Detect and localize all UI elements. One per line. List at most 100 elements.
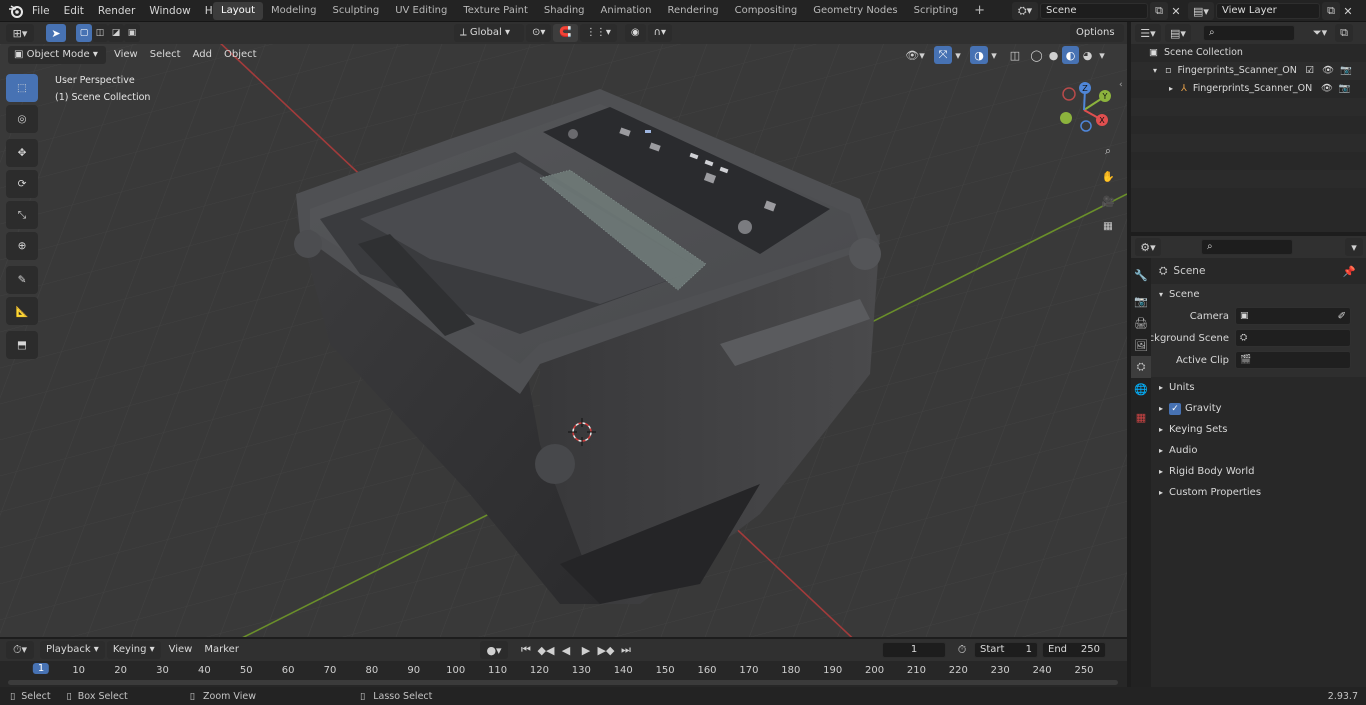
playback-menu[interactable]: Playback ▾: [40, 641, 105, 659]
current-frame-field[interactable]: 1: [882, 642, 946, 658]
annotate-tool-icon[interactable]: ✎: [6, 266, 38, 294]
jump-end-icon[interactable]: ⏭: [616, 641, 636, 659]
expand-arrow-icon[interactable]: ▸: [1169, 80, 1181, 98]
timeline-editor-type-icon[interactable]: ⏱▾: [6, 641, 34, 659]
options-dropdown[interactable]: Options ▾: [1070, 24, 1126, 56]
snap-target-icon[interactable]: ⋮⋮▾: [579, 24, 617, 42]
menu-render[interactable]: Render: [91, 0, 142, 22]
rigid-body-world-panel-header[interactable]: ▸ Rigid Body World: [1131, 461, 1366, 482]
properties-editor-type-icon[interactable]: ⚙▾: [1135, 238, 1161, 256]
editor-type-icon[interactable]: ⊞▾: [6, 24, 34, 42]
texture-tab-icon[interactable]: ▦: [1131, 406, 1151, 428]
view-layer-tab-icon[interactable]: 🖼: [1131, 334, 1151, 356]
view-layer-browse-icon[interactable]: ▤▾: [1188, 2, 1214, 20]
tab-uv-editing[interactable]: UV Editing: [387, 2, 455, 20]
audio-panel-header[interactable]: ▸ Audio: [1131, 440, 1366, 461]
jump-keyframe-forward-icon[interactable]: ▶◆: [596, 641, 616, 659]
select-box-tool-icon[interactable]: ⬚: [6, 74, 38, 102]
shading-dropdown-icon[interactable]: ▾: [1096, 46, 1108, 64]
outliner-editor-type-icon[interactable]: ☰▾: [1135, 24, 1161, 42]
output-tab-icon[interactable]: 🖨: [1131, 312, 1151, 334]
tab-texture-paint[interactable]: Texture Paint: [455, 2, 536, 20]
timeline-scrollbar[interactable]: [8, 680, 1118, 685]
render-camera-icon[interactable]: 📷: [1339, 80, 1351, 98]
gravity-panel-header[interactable]: ▸ ✓ Gravity: [1131, 398, 1366, 419]
select-tool-icon[interactable]: ➤: [46, 24, 66, 42]
zoom-icon[interactable]: ⌕: [1097, 140, 1119, 162]
filter-icon[interactable]: ⏷▾: [1307, 24, 1333, 42]
visibility-eye-icon[interactable]: 👁: [1321, 80, 1333, 98]
menu-file[interactable]: File: [25, 0, 57, 22]
blender-logo-icon[interactable]: [8, 3, 24, 19]
render-tab-icon[interactable]: 📷: [1131, 290, 1151, 312]
move-tool-icon[interactable]: ✥: [6, 139, 38, 167]
scene-name-field[interactable]: Scene: [1040, 3, 1148, 19]
solid-shading-icon[interactable]: ●: [1045, 46, 1062, 64]
overlay-toggle-icon[interactable]: ◑: [970, 46, 988, 64]
tab-geometry-nodes[interactable]: Geometry Nodes: [805, 2, 905, 20]
select-mode-new-icon[interactable]: ▢: [76, 24, 92, 42]
tab-rendering[interactable]: Rendering: [660, 2, 727, 20]
add-workspace-icon[interactable]: +: [966, 2, 993, 20]
transform-tool-icon[interactable]: ⊕: [6, 232, 38, 260]
timeline-marker-menu[interactable]: Marker: [198, 641, 245, 659]
navigation-gizmo[interactable]: Z Y X: [1056, 80, 1116, 140]
tab-animation[interactable]: Animation: [593, 2, 660, 20]
snap-toggle-icon[interactable]: 🧲: [553, 24, 578, 42]
outliner-row-collection[interactable]: ▾ ▫ Fingerprints_Scanner_ON ☑ 👁 📷: [1131, 62, 1366, 80]
scene-panel-header[interactable]: ▾ Scene: [1131, 284, 1366, 305]
expand-arrow-icon[interactable]: ▾: [1153, 62, 1165, 80]
new-view-layer-icon[interactable]: ⧉: [1322, 2, 1340, 20]
sidebar-toggle-icon[interactable]: ‹: [1119, 80, 1123, 90]
world-tab-icon[interactable]: 🌐: [1131, 378, 1151, 400]
scene-browse-icon[interactable]: ⛭▾: [1012, 2, 1038, 20]
delete-scene-icon[interactable]: ✕: [1168, 2, 1184, 20]
xray-toggle-icon[interactable]: ◫: [1006, 46, 1024, 64]
3d-viewport[interactable]: User Perspective (1) Scene Collection Z …: [0, 44, 1127, 637]
pivot-point-icon[interactable]: ⊙▾: [526, 24, 552, 42]
timeline-ruler[interactable]: 1 10 20 30 40 50 60 70 80 90 100 110 120 130 140 150 160…: [0, 661, 1127, 687]
transform-orientation-dropdown[interactable]: ⟂ Global ▾: [454, 24, 524, 42]
wireframe-shading-icon[interactable]: ◯: [1028, 46, 1045, 64]
tab-sculpting[interactable]: Sculpting: [325, 2, 388, 20]
outliner-row-object[interactable]: ▸ ⅄ Fingerprints_Scanner_ON 👁 📷: [1131, 80, 1366, 98]
outliner-search-input[interactable]: ⌕: [1203, 25, 1295, 41]
rotate-tool-icon[interactable]: ⟳: [6, 170, 38, 198]
properties-search-input[interactable]: ⌕: [1201, 239, 1293, 255]
eyedropper-icon[interactable]: ✐: [1338, 306, 1346, 327]
overlay-dropdown-icon[interactable]: ▾: [988, 46, 1000, 64]
view-layer-field[interactable]: View Layer: [1216, 3, 1320, 19]
pan-hand-icon[interactable]: ✋: [1097, 165, 1119, 187]
falloff-icon[interactable]: ∩▾: [647, 24, 672, 42]
proportional-edit-icon[interactable]: ◉: [624, 24, 646, 42]
visibility-eye-icon[interactable]: 👁: [1322, 62, 1334, 80]
menu-object[interactable]: Object: [218, 46, 263, 64]
tab-modeling[interactable]: Modeling: [263, 2, 325, 20]
render-camera-icon[interactable]: 📷: [1340, 62, 1352, 80]
pin-icon[interactable]: 📌: [1343, 265, 1356, 278]
rendered-shading-icon[interactable]: ◕: [1079, 46, 1096, 64]
outliner-row-scene-collection[interactable]: ▣ Scene Collection: [1131, 44, 1366, 62]
display-mode-icon[interactable]: ▤▾: [1165, 24, 1191, 42]
object-mode-dropdown[interactable]: ▣ Object Mode ▾: [8, 46, 106, 64]
menu-window[interactable]: Window: [142, 0, 197, 22]
new-scene-icon[interactable]: ⧉: [1150, 2, 1168, 20]
select-mode-intersect-icon[interactable]: ▣: [124, 24, 140, 42]
menu-add[interactable]: Add: [187, 46, 218, 64]
record-icon[interactable]: ●▾: [480, 641, 508, 659]
keying-sets-panel-header[interactable]: ▸ Keying Sets: [1131, 419, 1366, 440]
camera-field[interactable]: ▣ ✐: [1235, 307, 1351, 325]
active-clip-field[interactable]: 🎬: [1235, 351, 1351, 369]
gravity-checkbox[interactable]: ✓: [1169, 402, 1182, 415]
jump-start-icon[interactable]: ⏮: [516, 641, 536, 659]
preview-range-icon[interactable]: ⏱: [952, 641, 972, 659]
menu-view[interactable]: View: [108, 46, 144, 64]
ortho-toggle-icon[interactable]: ▦: [1097, 215, 1119, 237]
scale-tool-icon[interactable]: ⤡: [6, 201, 38, 229]
background-scene-field[interactable]: ⛭: [1235, 329, 1351, 347]
timeline-view-menu[interactable]: View: [163, 641, 199, 659]
tab-layout[interactable]: Layout: [213, 2, 263, 20]
add-cube-tool-icon[interactable]: ⬒: [6, 331, 38, 359]
end-frame-field[interactable]: End 250: [1042, 642, 1106, 658]
select-mode-extend-icon[interactable]: ◫: [92, 24, 108, 42]
